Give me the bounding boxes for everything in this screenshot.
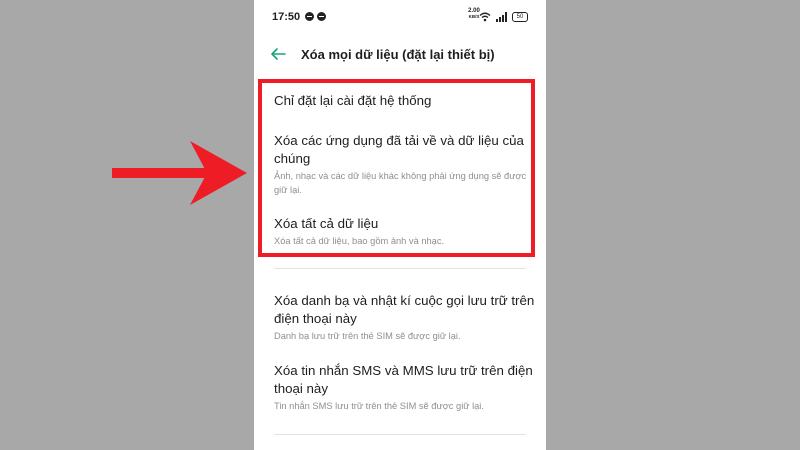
status-time: 17:50 — [272, 11, 301, 23]
battery-icon: 50 — [512, 12, 528, 22]
back-button[interactable] — [266, 42, 290, 66]
status-icons: 50 — [479, 11, 528, 23]
chat-icon — [317, 12, 326, 21]
divider — [274, 268, 526, 269]
option-delete-contacts-call-log[interactable]: Xóa danh bạ và nhật kí cuộc gọi lưu trữ … — [274, 292, 536, 344]
option-description: Tin nhắn SMS lưu trữ trên thẻ SIM sẽ đượ… — [274, 401, 484, 411]
option-delete-sms-mms[interactable]: Xóa tin nhắn SMS và MMS lưu trữ trên điệ… — [274, 362, 536, 414]
red-arrow-icon — [112, 141, 247, 205]
divider — [274, 434, 526, 435]
back-arrow-icon — [271, 48, 286, 60]
option-title: Xóa tin nhắn SMS và MMS lưu trữ trên điệ… — [274, 363, 533, 396]
option-description: Danh bạ lưu trữ trên thẻ SIM sẽ được giữ… — [274, 331, 461, 341]
message-icon — [305, 12, 314, 21]
page-title: Xóa mọi dữ liệu (đặt lại thiết bị) — [301, 47, 495, 62]
signal-icon — [496, 12, 507, 22]
app-header: Xóa mọi dữ liệu (đặt lại thiết bị) — [254, 38, 546, 70]
wifi-icon — [479, 12, 491, 22]
option-title: Xóa danh bạ và nhật kí cuộc gọi lưu trữ … — [274, 293, 535, 326]
status-bar: 17:50 2.00 KB/S 50 — [254, 0, 546, 32]
highlight-box — [258, 79, 535, 257]
